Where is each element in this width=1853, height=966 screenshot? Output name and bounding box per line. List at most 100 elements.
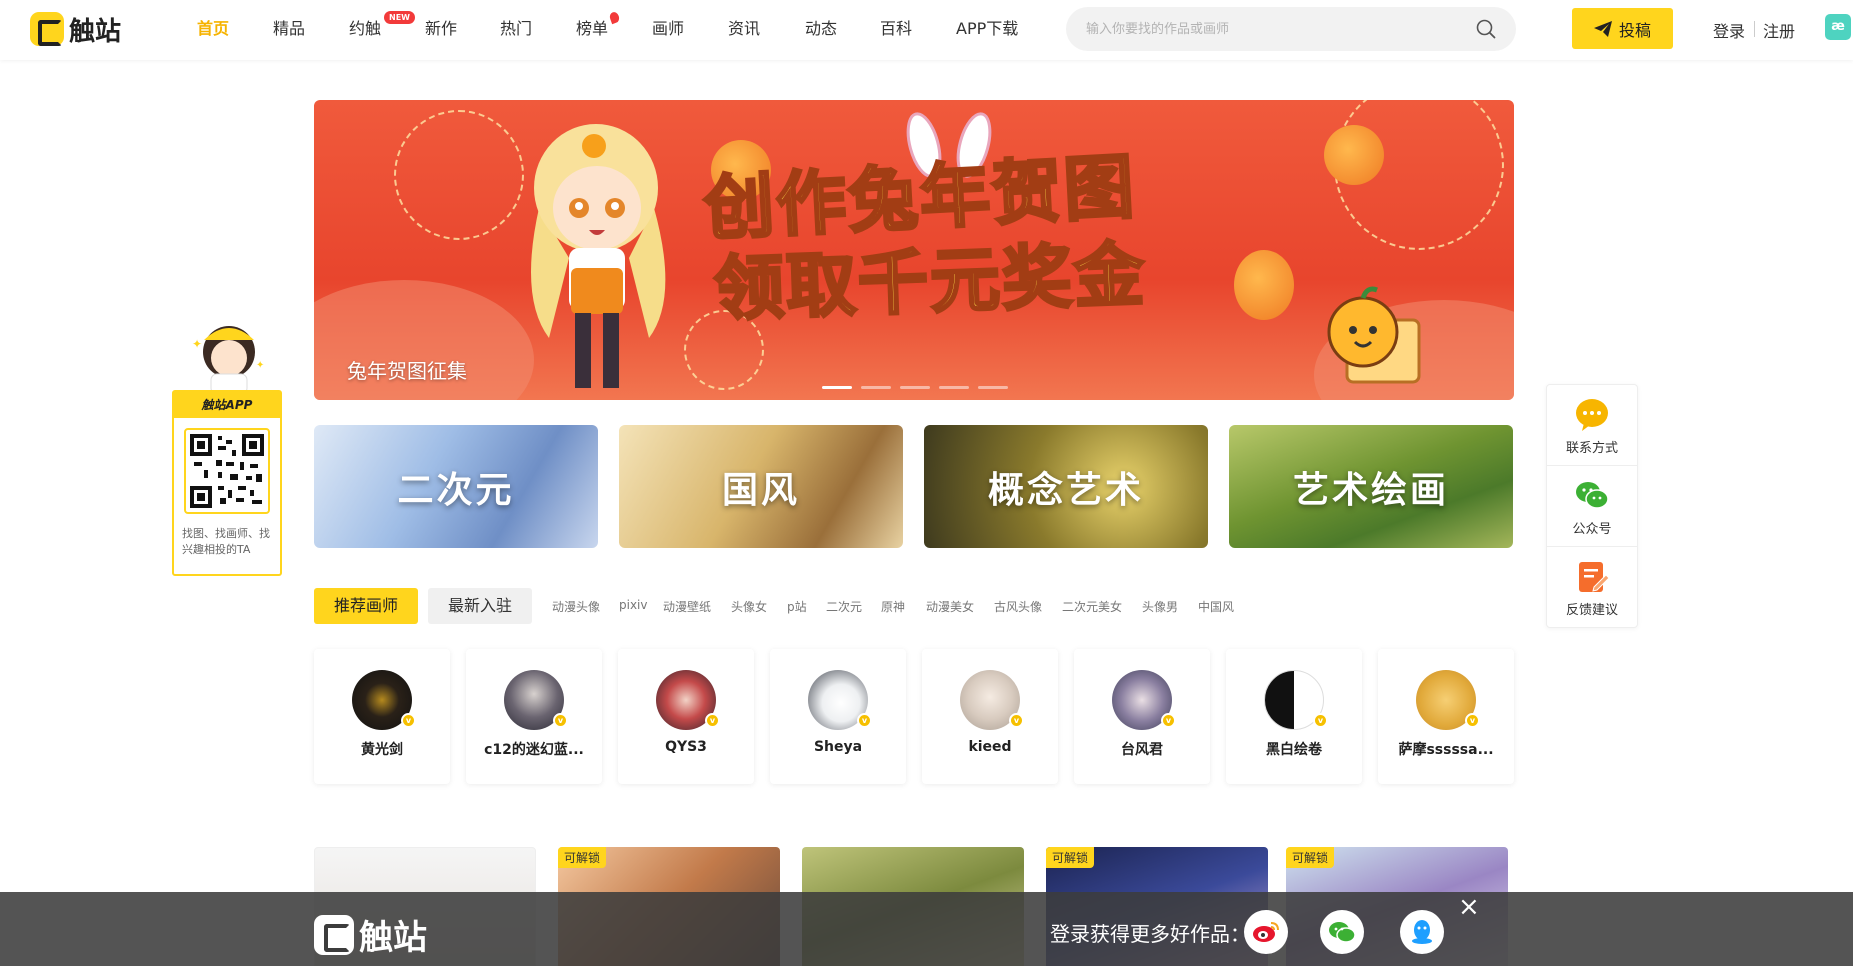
login-prompt-text: 登录获得更多好作品： bbox=[1050, 922, 1250, 946]
tab-recommended-artists[interactable]: 推荐画师 bbox=[314, 588, 418, 624]
tag-link[interactable]: 头像男 bbox=[1142, 598, 1178, 615]
site-logo[interactable]: 触站 bbox=[30, 11, 121, 47]
login-link[interactable]: 登录 bbox=[1713, 18, 1745, 42]
tag-link[interactable]: 头像女 bbox=[731, 598, 767, 615]
category-card-anime[interactable]: 二次元 bbox=[314, 425, 598, 548]
tab-newest-artists[interactable]: 最新入驻 bbox=[428, 588, 532, 624]
banner-dot[interactable] bbox=[939, 386, 969, 389]
banner-dot[interactable] bbox=[900, 386, 930, 389]
contact-button[interactable]: 联系方式 bbox=[1547, 385, 1637, 465]
tag-link[interactable]: 二次元 bbox=[826, 598, 862, 615]
post-button-label: 投稿 bbox=[1618, 20, 1651, 40]
logo-mark-icon bbox=[314, 914, 354, 955]
wechat-icon bbox=[1576, 482, 1609, 509]
tag-link[interactable]: pixiv bbox=[619, 598, 648, 612]
artist-name: 萨摩sssssa... bbox=[1398, 742, 1494, 758]
artist-name: c12的迷幻蓝... bbox=[484, 742, 584, 758]
artist-name: 台风君 bbox=[1121, 742, 1163, 758]
orange-mascot-illustration bbox=[1327, 286, 1421, 384]
artist-name: kieed bbox=[968, 739, 1012, 755]
tag-link[interactable]: 动漫壁纸 bbox=[663, 598, 711, 615]
category-card-fine-art[interactable]: 艺术绘画 bbox=[1229, 425, 1513, 548]
artist-name: 黑白绘卷 bbox=[1266, 742, 1322, 758]
svg-text:✦: ✦ bbox=[192, 337, 202, 351]
feedback-button[interactable]: 反馈建议 bbox=[1547, 547, 1637, 627]
tag-link[interactable]: 原神 bbox=[881, 598, 905, 615]
unlock-badge: 可解锁 bbox=[1046, 847, 1095, 868]
right-float-panel: 联系方式 公众号 反馈建议 bbox=[1546, 384, 1638, 628]
category-label: 二次元 bbox=[397, 469, 515, 511]
nav-item-wiki[interactable]: 百科 bbox=[880, 18, 912, 40]
category-card-concept-art[interactable]: 概念艺术 bbox=[924, 425, 1208, 548]
banner-dot[interactable] bbox=[978, 386, 1008, 389]
banner-pagination bbox=[822, 386, 1008, 389]
app-widget-title: 触站APP bbox=[174, 392, 280, 418]
ae-extension-icon[interactable]: æ bbox=[1825, 14, 1851, 40]
tag-link[interactable]: 动漫头像 bbox=[552, 598, 600, 615]
category-label: 艺术绘画 bbox=[1292, 469, 1449, 511]
search-icon[interactable] bbox=[1476, 19, 1496, 39]
wechat-login-button[interactable] bbox=[1320, 910, 1364, 954]
artist-card[interactable]: v 萨摩sssssa... bbox=[1378, 649, 1514, 784]
search-input[interactable] bbox=[1086, 7, 1466, 51]
artist-card[interactable]: v 黄光剑 bbox=[314, 649, 450, 784]
wechat-account-label: 公众号 bbox=[1572, 522, 1612, 537]
qq-login-button[interactable] bbox=[1400, 910, 1444, 954]
category-card-chinese-style[interactable]: 国风 bbox=[619, 425, 903, 548]
nav-item-home[interactable]: 首页 bbox=[197, 18, 229, 40]
artist-card[interactable]: v 黑白绘卷 bbox=[1226, 649, 1362, 784]
weibo-icon bbox=[1253, 922, 1279, 942]
register-link[interactable]: 注册 bbox=[1763, 18, 1795, 42]
firework-decor bbox=[394, 110, 524, 240]
tag-link[interactable]: 中国风 bbox=[1198, 598, 1234, 615]
wechat-account-button[interactable]: 公众号 bbox=[1547, 466, 1637, 546]
verified-badge-icon: v bbox=[857, 713, 872, 728]
side-mascot-girl-illustration: ✦ ✦ bbox=[192, 326, 264, 394]
artist-card[interactable]: v c12的迷幻蓝... bbox=[466, 649, 602, 784]
nav-item-feed[interactable]: 动态 bbox=[805, 18, 837, 40]
tag-link[interactable]: 动漫美女 bbox=[926, 598, 974, 615]
artist-card[interactable]: v QYS3 bbox=[618, 649, 754, 784]
close-icon[interactable]: × bbox=[1458, 892, 1480, 922]
paper-plane-icon bbox=[1593, 20, 1612, 37]
post-button[interactable]: 投稿 bbox=[1572, 8, 1673, 49]
nav-item-featured[interactable]: 精品 bbox=[273, 18, 305, 40]
nav-item-commission[interactable]: 约触 bbox=[349, 18, 381, 40]
logo-mark-icon bbox=[30, 12, 64, 46]
artist-card[interactable]: v 台风君 bbox=[1074, 649, 1210, 784]
hero-banner[interactable]: 创作兔年贺图 领取千元奖金 兔年贺图征集 bbox=[314, 100, 1514, 400]
nav-item-news[interactable]: 资讯 bbox=[728, 18, 760, 40]
feedback-icon bbox=[1579, 562, 1610, 592]
app-download-widget[interactable]: 触站APP 找图、找画师、找兴趣相投的TA bbox=[172, 390, 282, 576]
weibo-login-button[interactable] bbox=[1244, 910, 1288, 954]
nav-item-artists[interactable]: 画师 bbox=[652, 18, 684, 40]
verified-badge-icon: v bbox=[1465, 713, 1480, 728]
bottom-bar-logo-text: 触站 bbox=[359, 918, 427, 958]
nav-item-hot[interactable]: 热门 bbox=[500, 18, 532, 40]
nav-item-ranking[interactable]: 榜单 bbox=[576, 18, 608, 40]
artist-name: QYS3 bbox=[665, 739, 707, 755]
qr-code bbox=[184, 428, 270, 514]
login-prompt-bar: 触站 登录获得更多好作品： × bbox=[0, 892, 1853, 966]
contact-label: 联系方式 bbox=[1565, 441, 1618, 456]
verified-badge-icon: v bbox=[1313, 713, 1328, 728]
tag-link[interactable]: 古风头像 bbox=[994, 598, 1042, 615]
verified-badge-icon: v bbox=[1161, 713, 1176, 728]
category-label: 概念艺术 bbox=[987, 469, 1144, 511]
banner-dot[interactable] bbox=[822, 386, 852, 389]
tag-link[interactable]: 二次元美女 bbox=[1062, 598, 1122, 615]
nav-item-app-download[interactable]: APP下载 bbox=[956, 18, 1018, 40]
tag-link[interactable]: p站 bbox=[787, 598, 807, 615]
app-widget-description: 找图、找画师、找兴趣相投的TA bbox=[182, 527, 270, 556]
hot-dot-icon bbox=[608, 10, 621, 25]
qq-icon bbox=[1412, 920, 1432, 944]
chat-bubble-icon bbox=[1576, 399, 1608, 431]
artist-card[interactable]: v kieed bbox=[922, 649, 1058, 784]
unlock-badge: 可解锁 bbox=[1286, 847, 1335, 868]
artist-card[interactable]: v Sheya bbox=[770, 649, 906, 784]
top-navbar: 触站 首页 精品 约触 NEW 新作 热门 榜单 画师 资讯 动态 百科 APP… bbox=[0, 0, 1853, 60]
banner-dot[interactable] bbox=[861, 386, 891, 389]
banner-caption: 兔年贺图征集 bbox=[347, 359, 467, 383]
nav-item-new-works[interactable]: 新作 bbox=[425, 18, 457, 40]
search-box bbox=[1066, 7, 1516, 51]
